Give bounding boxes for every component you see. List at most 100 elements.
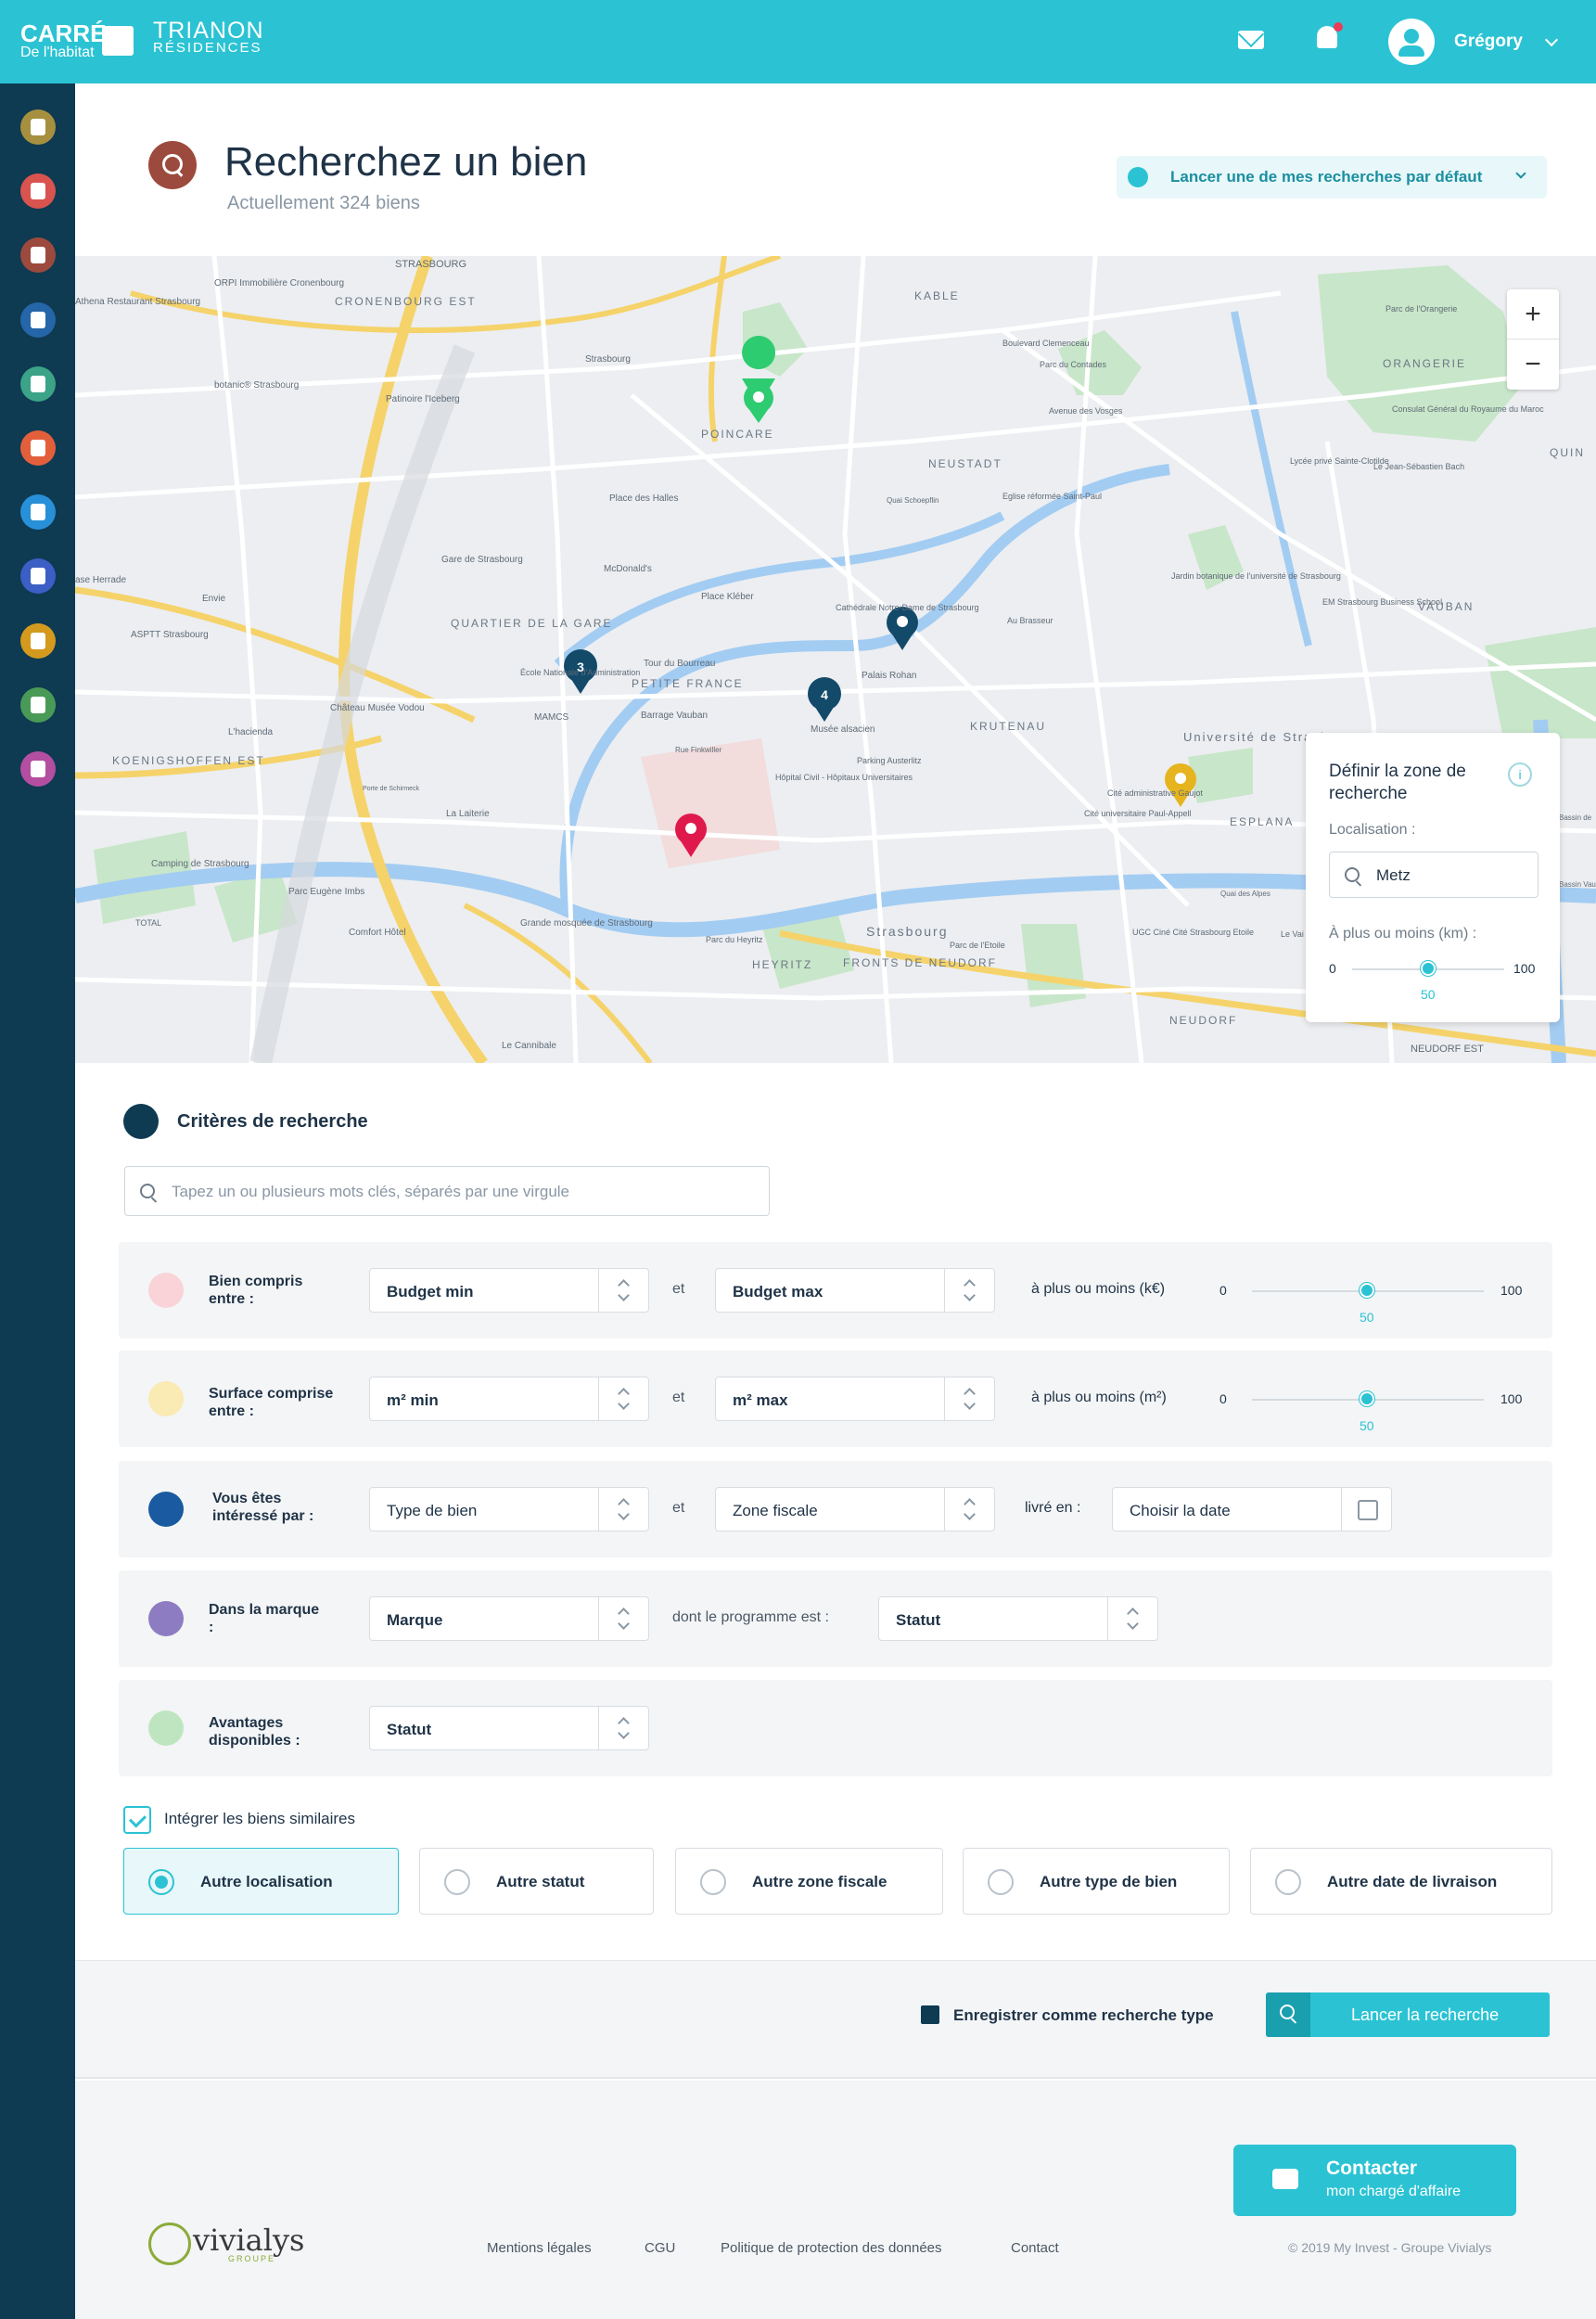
mail-icon[interactable] [1238, 31, 1264, 49]
delivery-date-input[interactable]: Choisir la date [1112, 1487, 1392, 1531]
clipboard-icon[interactable] [20, 109, 56, 145]
row-label: Dans la marque : [209, 1602, 320, 1635]
map-label: Barrage Vauban [641, 711, 708, 721]
zoom-out-button[interactable]: − [1507, 340, 1559, 390]
program-status-select[interactable]: Statut [878, 1596, 1158, 1641]
distance-slider-handle[interactable] [1421, 961, 1436, 976]
stepper-icon[interactable] [1107, 1597, 1157, 1640]
save-search-button[interactable]: Enregistrer comme recherche type [953, 2006, 1214, 2025]
save-icon[interactable] [921, 2005, 939, 2024]
map-zoom-control: + − [1507, 289, 1559, 390]
tax-zone-select[interactable]: Zone fiscale [715, 1487, 995, 1531]
sidebar-glyph [31, 247, 45, 264]
budget-max-select[interactable]: Budget max [715, 1268, 995, 1313]
contact-manager-button[interactable]: Contacter mon chargé d'affaire [1233, 2145, 1516, 2216]
stepper-icon[interactable] [944, 1488, 994, 1531]
brand-select[interactable]: Marque [369, 1596, 649, 1641]
slider-max: 100 [1500, 1391, 1523, 1406]
stepper-icon[interactable] [598, 1707, 648, 1749]
contact-subtitle: mon chargé d'affaire [1326, 2184, 1462, 2199]
footer-link-privacy[interactable]: Politique de protection des données [721, 2240, 942, 2256]
map-label: ASPTT Strasbourg [131, 630, 209, 640]
budget-min-select[interactable]: Budget min [369, 1268, 649, 1313]
book-icon[interactable] [20, 494, 56, 531]
info-icon[interactable]: i [1508, 762, 1532, 787]
calendar-icon[interactable] [20, 558, 56, 595]
page-title: Recherchez un bien [224, 139, 588, 185]
carre-habitat-logo[interactable]: CARRÉ De l'habitat [20, 21, 106, 61]
default-search-dropdown[interactable]: Lancer une de mes recherches par défaut [1117, 156, 1547, 199]
budget-slider-handle[interactable] [1360, 1283, 1374, 1298]
zoom-in-button[interactable]: + [1507, 289, 1559, 340]
stepper-icon[interactable] [944, 1269, 994, 1312]
search-icon[interactable] [20, 237, 56, 274]
select-value: m² min [387, 1391, 439, 1409]
vivialys-logo: vivialys [193, 2223, 305, 2258]
stepper-icon[interactable] [598, 1597, 648, 1640]
similar-properties-checkbox[interactable] [123, 1806, 151, 1834]
surface-icon [148, 1381, 184, 1416]
stepper-icon[interactable] [598, 1377, 648, 1420]
map-label: TOTAL [135, 918, 161, 928]
radio-icon [444, 1869, 470, 1895]
map-label: QUIN [1550, 446, 1585, 459]
surface-slider-handle[interactable] [1360, 1391, 1374, 1406]
home-icon[interactable] [20, 301, 56, 338]
option-label: Autre date de livraison [1327, 1873, 1498, 1890]
map-label: KOENIGSHOFFEN EST [112, 754, 265, 767]
surface-max-select[interactable]: m² max [715, 1377, 995, 1421]
map-label: botanic® Strasbourg [214, 380, 299, 391]
sidebar-glyph [31, 311, 45, 328]
map-label: POINCARE [701, 428, 774, 441]
footer-link-cgu[interactable]: CGU [645, 2240, 675, 2256]
option-other-property-type[interactable]: Autre type de bien [963, 1848, 1230, 1915]
document-icon[interactable] [20, 622, 56, 659]
footer-link-legal[interactable]: Mentions légales [487, 2240, 592, 2256]
footer-link-contact[interactable]: Contact [1011, 2240, 1059, 2256]
avatar[interactable] [1388, 19, 1435, 65]
stepper-icon[interactable] [598, 1488, 648, 1531]
star-icon[interactable] [20, 365, 56, 402]
map-label: Place des Halles [609, 493, 678, 504]
trianon-logo[interactable]: TRIANON RÉSIDENCES [153, 19, 264, 56]
criteria-row-budget: Bien compris entre : Budget min et Budge… [119, 1242, 1552, 1339]
location-value: Metz [1376, 866, 1411, 884]
map-label: Camping de Strasbourg [151, 859, 249, 869]
bell-icon[interactable] [20, 430, 56, 466]
profile-icon[interactable] [20, 751, 56, 787]
delivery-label: livré en : [1025, 1500, 1081, 1516]
similar-properties-label[interactable]: Intégrer les biens similaires [164, 1810, 355, 1828]
map-label: Bassin Vauban [1559, 880, 1596, 889]
advantages-select[interactable]: Statut [369, 1706, 649, 1750]
map-label: MAMCS [534, 712, 569, 723]
option-other-location[interactable]: Autre localisation [123, 1848, 399, 1915]
row-label: Bien compris entre : [209, 1274, 303, 1307]
stepper-icon[interactable] [944, 1377, 994, 1420]
row-label: Surface comprise entre : [209, 1386, 334, 1419]
option-other-status[interactable]: Autre statut [419, 1848, 654, 1915]
calendar-icon[interactable] [1341, 1488, 1391, 1531]
location-input[interactable]: Metz [1329, 852, 1539, 898]
stack-icon[interactable] [20, 686, 56, 723]
map-label: La Laiterie [446, 809, 490, 819]
users-icon[interactable] [20, 173, 56, 210]
option-other-tax-zone[interactable]: Autre zone fiscale [675, 1848, 943, 1915]
launch-search-button[interactable]: Lancer la recherche [1266, 1992, 1550, 2037]
stepper-icon[interactable] [598, 1269, 648, 1312]
map-label: HEYRITZ [752, 958, 812, 971]
surface-min-select[interactable]: m² min [369, 1377, 649, 1421]
map-label: Cité universitaire Paul-Appell [1084, 809, 1192, 818]
map-label: Quai des Alpes [1220, 890, 1270, 898]
svg-text:4: 4 [821, 687, 828, 702]
property-type-select[interactable]: Type de bien [369, 1487, 649, 1531]
location-label: Localisation : [1329, 822, 1416, 838]
keywords-input[interactable]: Tapez un ou plusieurs mots clés, séparés… [124, 1166, 770, 1216]
user-name[interactable]: Grégory [1454, 32, 1523, 52]
map-label: Rue Finkwiller [675, 746, 722, 754]
select-value: m² max [733, 1391, 788, 1409]
list-icon [148, 1492, 184, 1527]
chevron-down-icon[interactable] [1544, 32, 1559, 47]
conjunction: et [672, 1281, 685, 1297]
sidebar-glyph [31, 440, 45, 456]
option-other-delivery-date[interactable]: Autre date de livraison [1250, 1848, 1552, 1915]
